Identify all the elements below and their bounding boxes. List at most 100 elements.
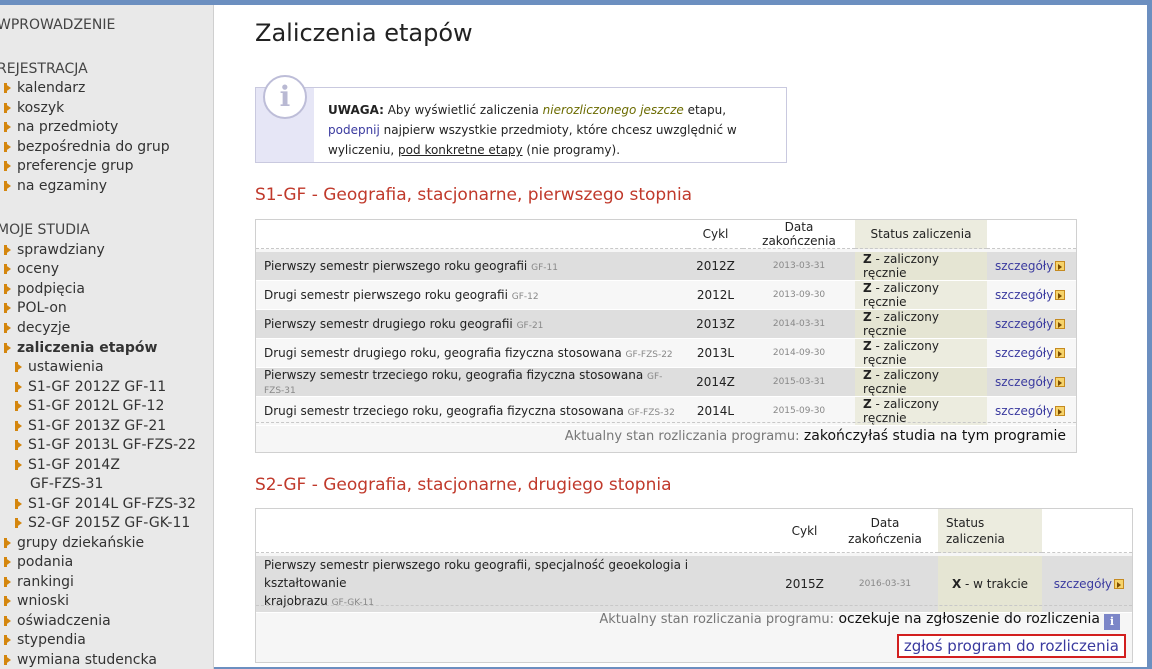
arrow-icon xyxy=(4,122,11,132)
sidebar-item-oswiadczenia[interactable]: oświadczenia xyxy=(4,613,111,629)
arrow-icon xyxy=(4,264,11,274)
arrow-icon xyxy=(4,655,11,665)
sidebar-subitem-s1-gf-2014l[interactable]: S1-GF 2014L GF-FZS-32 xyxy=(15,496,196,512)
sidebar-item-koszyk[interactable]: koszyk xyxy=(4,100,64,116)
stage-name: Pierwszy semestr pierwszego roku geograf… xyxy=(256,252,688,281)
sidebar-item-podania[interactable]: podania xyxy=(4,554,73,570)
details-link[interactable]: szczegóły xyxy=(987,252,1076,281)
sidebar-item-podpiecia[interactable]: podpięcia xyxy=(4,281,85,297)
stages-table: Cykl Data zakończenia Status zaliczenia … xyxy=(256,220,1076,426)
arrow-icon xyxy=(4,635,11,645)
sidebar-section-wprowadzenie[interactable]: WPROWADZENIE xyxy=(0,17,115,33)
sidebar-subitem-s1-gf-2012l[interactable]: S1-GF 2012L GF-12 xyxy=(15,398,164,414)
sidebar-item-label: ustawienia xyxy=(28,359,104,375)
table-row: Pierwszy semestr pierwszego roku geograf… xyxy=(256,252,1076,281)
sidebar-item-wnioski[interactable]: wnioski xyxy=(4,593,69,609)
sidebar-item-label: S1-GF 2013L GF-FZS-22 xyxy=(28,437,196,453)
sidebar-subitem-s2-gf-2015z[interactable]: S2-GF 2015Z GF-GK-11 xyxy=(15,515,190,531)
stage-cycle: 2013L xyxy=(688,339,743,368)
sidebar-section-moje-studia[interactable]: MOJE STUDIA xyxy=(0,222,90,238)
sidebar-item-decyzje[interactable]: decyzje xyxy=(4,320,70,336)
sidebar-item-label: zaliczenia etapów xyxy=(17,340,158,356)
stage-date: 2014-09-30 xyxy=(743,339,855,368)
sidebar-subitem-s1-gf-2013z[interactable]: S1-GF 2013Z GF-21 xyxy=(15,418,166,434)
sidebar-item-sprawdziany[interactable]: sprawdziany xyxy=(4,242,105,258)
sidebar-item-label: decyzje xyxy=(17,320,71,336)
arrow-icon xyxy=(4,596,11,606)
stage-code: GF-FZS-32 xyxy=(627,408,675,418)
sidebar-item-label: kalendarz xyxy=(17,80,86,96)
sidebar-item-oceny[interactable]: oceny xyxy=(4,261,59,277)
sidebar-item-preferencje-grup[interactable]: preferencje grup xyxy=(4,158,133,174)
header-status-line2: zaliczenia xyxy=(946,531,1005,546)
sidebar-item-label: S1-GF 2014Z xyxy=(28,457,120,473)
report-program-link[interactable]: zgłoś program do rozliczenia xyxy=(896,634,1126,658)
sidebar-section-rejestracja[interactable]: REJESTRACJA xyxy=(0,61,88,77)
status-code: Z xyxy=(863,310,872,324)
notice-text-2: etapu, xyxy=(683,103,727,117)
sidebar-item-kalendarz[interactable]: kalendarz xyxy=(4,80,85,96)
details-link[interactable]: szczegóły xyxy=(987,310,1076,339)
status-code: Z xyxy=(863,339,872,353)
notice-text-4: (nie programy). xyxy=(522,143,621,157)
info-icon: i xyxy=(263,75,307,119)
details-link[interactable]: szczegóły xyxy=(987,368,1076,397)
arrow-right-icon xyxy=(1055,348,1066,358)
arrow-icon xyxy=(4,181,11,191)
header-name xyxy=(256,220,688,249)
sidebar-subitem-s1-gf-2012z[interactable]: S1-GF 2012Z GF-11 xyxy=(15,379,166,395)
sidebar-item-zaliczenia-etapow[interactable]: zaliczenia etapów xyxy=(4,340,157,356)
pod-konkretne-etapy-link[interactable]: pod konkretne etapy xyxy=(398,143,523,157)
header-status: Status zaliczenia xyxy=(938,509,1042,553)
stage-status: Z - zaliczony ręcznie xyxy=(855,368,987,397)
sidebar-item-wymiana-studencka[interactable]: wymiana studencka xyxy=(4,652,157,668)
status-code: X xyxy=(951,577,962,591)
details-link[interactable]: szczegóły xyxy=(987,339,1076,368)
stage-name-text: Pierwszy semestr drugiego roku geografii xyxy=(264,317,513,331)
sidebar-subitem-ustawienia[interactable]: ustawienia xyxy=(15,359,104,375)
arrow-icon xyxy=(15,382,22,392)
sidebar-subitem-s1-gf-2014z-code[interactable]: GF-FZS-31 xyxy=(30,476,103,492)
sidebar-item-na-przedmioty[interactable]: na przedmioty xyxy=(4,119,118,135)
sidebar: WPROWADZENIE REJESTRACJA kalendarz koszy… xyxy=(0,5,214,669)
sidebar-item-label: oceny xyxy=(17,261,60,277)
sidebar-subitem-s1-gf-2013l[interactable]: S1-GF 2013L GF-FZS-22 xyxy=(15,437,196,453)
sidebar-item-bezposrednia-do-grup[interactable]: bezpośrednia do grup xyxy=(4,139,170,155)
sidebar-item-grupy-dziekanskie[interactable]: grupy dziekańskie xyxy=(4,535,144,551)
header-date: Data zakończenia xyxy=(743,220,855,249)
arrow-icon xyxy=(4,245,11,255)
header-name xyxy=(256,509,777,553)
header-date: Data zakończenia xyxy=(832,509,938,553)
stage-name-text: Drugi semestr trzeciego roku, geografia … xyxy=(264,404,624,418)
sidebar-item-stypendia[interactable]: stypendia xyxy=(4,632,86,648)
arrow-icon xyxy=(4,577,11,587)
sidebar-item-pol-on[interactable]: POL-on xyxy=(4,300,67,316)
header-status-line1: Status xyxy=(946,515,985,530)
stage-cycle: 2013Z xyxy=(688,310,743,339)
podepnij-link[interactable]: podepnij xyxy=(328,123,380,137)
sidebar-item-rankingi[interactable]: rankingi xyxy=(4,574,74,590)
stage-name-text: Drugi semestr pierwszego roku geografii xyxy=(264,288,508,302)
arrow-right-icon xyxy=(1055,377,1066,387)
stage-status: Z - zaliczony ręcznie xyxy=(855,281,987,310)
status-text: - zaliczony ręcznie xyxy=(863,252,939,280)
sidebar-subitem-s1-gf-2014z[interactable]: S1-GF 2014Z xyxy=(15,457,120,473)
arrow-right-icon xyxy=(1055,406,1066,416)
program-progress: Aktualny stan rozliczania programu: ocze… xyxy=(599,611,1120,630)
status-text: - zaliczony ręcznie xyxy=(863,281,939,309)
sidebar-item-label: S1-GF 2013Z GF-21 xyxy=(28,418,167,434)
info-icon[interactable]: i xyxy=(1104,614,1120,630)
progress-value: oczekuje na zgłoszenie do rozliczenia xyxy=(834,611,1100,627)
header-date-line2: zakończenia xyxy=(848,531,922,546)
arrow-icon xyxy=(15,401,22,411)
stage-name-text: Pierwszy semestr pierwszego roku geograf… xyxy=(264,259,528,273)
stage-cycle: 2012Z xyxy=(688,252,743,281)
sidebar-item-label: S1-GF 2012Z GF-11 xyxy=(28,379,167,395)
status-code: Z xyxy=(863,368,872,382)
notice-text-1: Aby wyświetlić zaliczenia xyxy=(383,103,543,117)
details-link[interactable]: szczegóły xyxy=(987,281,1076,310)
arrow-icon xyxy=(4,343,11,353)
sidebar-item-na-egzaminy[interactable]: na egzaminy xyxy=(4,178,107,194)
header-date-line1: Data xyxy=(870,515,900,530)
table-row: Pierwszy semestr trzeciego roku, geograf… xyxy=(256,368,1076,397)
